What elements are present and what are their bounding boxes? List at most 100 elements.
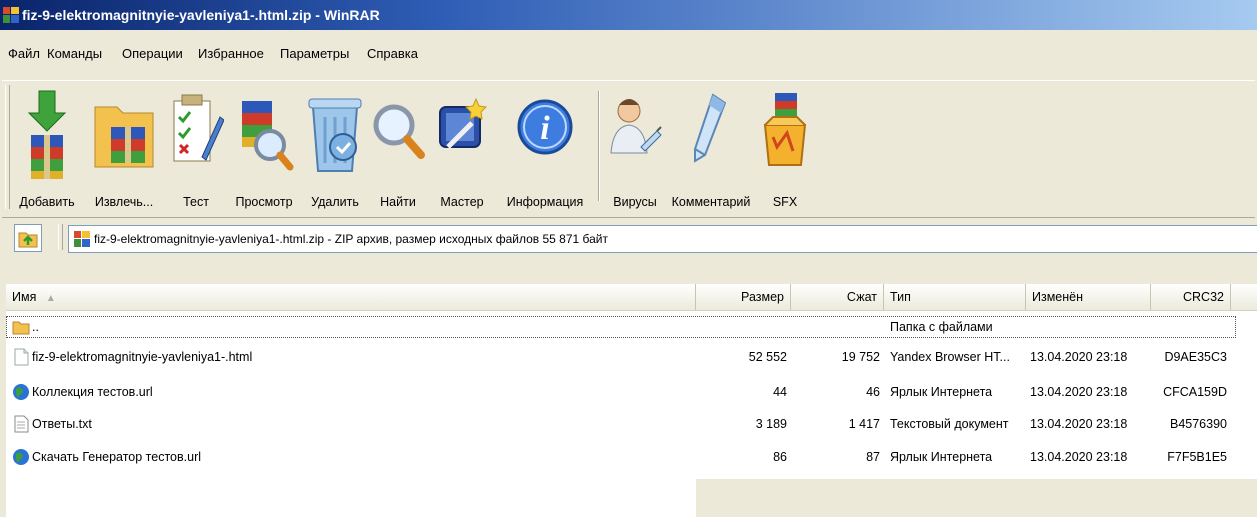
file-name: .. <box>32 316 39 338</box>
extract-icon <box>91 87 157 183</box>
menu-favorites[interactable]: Избранное <box>198 46 264 61</box>
column-header-packed[interactable]: Сжат <box>791 284 884 310</box>
empty-area <box>696 479 1257 517</box>
view-icon <box>234 87 294 183</box>
file-list[interactable]: Имя ▲ Размер Сжат Тип Изменён CRC32 .. П… <box>6 284 1257 517</box>
html-file-icon <box>12 348 30 366</box>
winrar-window: fiz-9-elektromagnitnyie-yavleniya1-.html… <box>0 0 1257 517</box>
test-label: Тест <box>168 195 224 209</box>
menu-operations[interactable]: Операции <box>122 46 183 61</box>
file-type: Ярлык Интернета <box>890 446 992 468</box>
table-row[interactable]: Ответы.txt 3 189 1 417 Текстовый докумен… <box>6 413 1236 435</box>
sort-ascending-icon: ▲ <box>46 293 56 304</box>
table-row[interactable]: fiz-9-elektromagnitnyie-yavleniya1-.html… <box>6 346 1236 368</box>
address-field[interactable]: fiz-9-elektromagnitnyie-yavleniya1-.html… <box>68 225 1257 253</box>
up-folder-icon <box>15 225 41 251</box>
file-type: Yandex Browser HT... <box>890 346 1010 368</box>
zip-archive-icon <box>74 231 90 247</box>
table-row[interactable]: .. Папка с файлами <box>6 316 1236 338</box>
file-size: 3 189 <box>696 413 787 435</box>
file-crc: B4576390 <box>1151 413 1227 435</box>
column-header-crc[interactable]: CRC32 <box>1151 284 1231 310</box>
table-row[interactable]: Скачать Генератор тестов.url 86 87 Ярлык… <box>6 446 1236 468</box>
info-label: Информация <box>502 195 588 209</box>
file-name: Коллекция тестов.url <box>32 381 153 403</box>
internet-shortcut-icon <box>12 383 30 401</box>
virus-scan-icon <box>607 87 663 183</box>
sfx-button[interactable]: SFX <box>758 87 812 211</box>
file-type: Ярлык Интернета <box>890 381 992 403</box>
file-packed: 19 752 <box>791 346 880 368</box>
menu-bar: Файл Команды Операции Избранное Параметр… <box>0 38 1257 64</box>
view-button[interactable]: Просмотр <box>230 87 298 211</box>
delete-button[interactable]: Удалить <box>302 87 368 211</box>
folder-icon <box>12 318 30 336</box>
view-label: Просмотр <box>230 195 298 209</box>
file-modified: 13.04.2020 23:18 <box>1030 346 1127 368</box>
virus-scan-label: Вирусы <box>606 195 664 209</box>
file-modified: 13.04.2020 23:18 <box>1030 413 1127 435</box>
toolbar-separator <box>598 91 600 201</box>
comment-label: Комментарий <box>668 195 754 209</box>
internet-shortcut-icon <box>12 448 30 466</box>
find-button[interactable]: Найти <box>370 87 426 211</box>
list-header: Имя ▲ Размер Сжат Тип Изменён CRC32 <box>6 284 1257 311</box>
file-size: 52 552 <box>696 346 787 368</box>
text-file-icon <box>12 415 30 433</box>
add-icon <box>19 87 75 183</box>
file-size: 44 <box>696 381 787 403</box>
toolbar: Добавить Извлечь... Тест Просмотр Удалит… <box>2 80 1255 218</box>
add-label: Добавить <box>12 195 82 209</box>
menu-commands[interactable]: Команды <box>47 46 102 61</box>
file-modified: 13.04.2020 23:18 <box>1030 446 1127 468</box>
delete-label: Удалить <box>302 195 368 209</box>
column-header-modified[interactable]: Изменён <box>1026 284 1151 310</box>
file-packed: 1 417 <box>791 413 880 435</box>
file-crc: CFCA159D <box>1151 381 1227 403</box>
comment-button[interactable]: Комментарий <box>668 87 754 211</box>
svg-text:i: i <box>540 110 550 147</box>
find-icon <box>370 87 426 183</box>
column-header-type[interactable]: Тип <box>884 284 1026 310</box>
wizard-button[interactable]: Мастер <box>432 87 492 211</box>
test-button[interactable]: Тест <box>168 87 224 211</box>
menu-help[interactable]: Справка <box>367 46 418 61</box>
wizard-label: Мастер <box>432 195 492 209</box>
address-grip[interactable] <box>58 224 63 250</box>
delete-icon <box>305 87 365 183</box>
column-header-size[interactable]: Размер <box>696 284 791 310</box>
info-button[interactable]: i Информация <box>502 87 588 211</box>
extract-label: Извлечь... <box>86 195 162 209</box>
file-modified: 13.04.2020 23:18 <box>1030 381 1127 403</box>
comment-icon <box>683 87 739 183</box>
menu-options[interactable]: Параметры <box>280 46 349 61</box>
info-icon: i <box>515 87 575 183</box>
file-type: Папка с файлами <box>890 316 993 338</box>
virus-scan-button[interactable]: Вирусы <box>606 87 664 211</box>
file-type: Текстовый документ <box>890 413 1009 435</box>
file-packed: 87 <box>791 446 880 468</box>
column-header-name[interactable]: Имя ▲ <box>6 284 696 310</box>
menu-file[interactable]: Файл <box>8 46 40 61</box>
extract-button[interactable]: Извлечь... <box>86 87 162 211</box>
address-bar: fiz-9-elektromagnitnyie-yavleniya1-.html… <box>0 218 1257 258</box>
file-crc: F7F5B1E5 <box>1151 446 1227 468</box>
find-label: Найти <box>370 195 426 209</box>
wizard-icon <box>434 87 490 183</box>
file-packed: 46 <box>791 381 880 403</box>
title-bar[interactable]: fiz-9-elektromagnitnyie-yavleniya1-.html… <box>0 0 1257 30</box>
sfx-icon <box>759 87 811 183</box>
file-name: fiz-9-elektromagnitnyie-yavleniya1-.html <box>32 346 252 368</box>
add-button[interactable]: Добавить <box>12 87 82 211</box>
table-row[interactable]: Коллекция тестов.url 44 46 Ярлык Интерне… <box>6 381 1236 403</box>
window-title: fiz-9-elektromagnitnyie-yavleniya1-.html… <box>22 7 380 23</box>
winrar-app-icon <box>3 7 19 23</box>
file-name: Скачать Генератор тестов.url <box>32 446 201 468</box>
file-size: 86 <box>696 446 787 468</box>
sfx-label: SFX <box>758 195 812 209</box>
toolbar-grip[interactable] <box>5 85 10 209</box>
test-icon <box>168 87 224 183</box>
file-name: Ответы.txt <box>32 413 92 435</box>
up-folder-button[interactable] <box>14 224 42 252</box>
address-text: fiz-9-elektromagnitnyie-yavleniya1-.html… <box>94 232 608 246</box>
